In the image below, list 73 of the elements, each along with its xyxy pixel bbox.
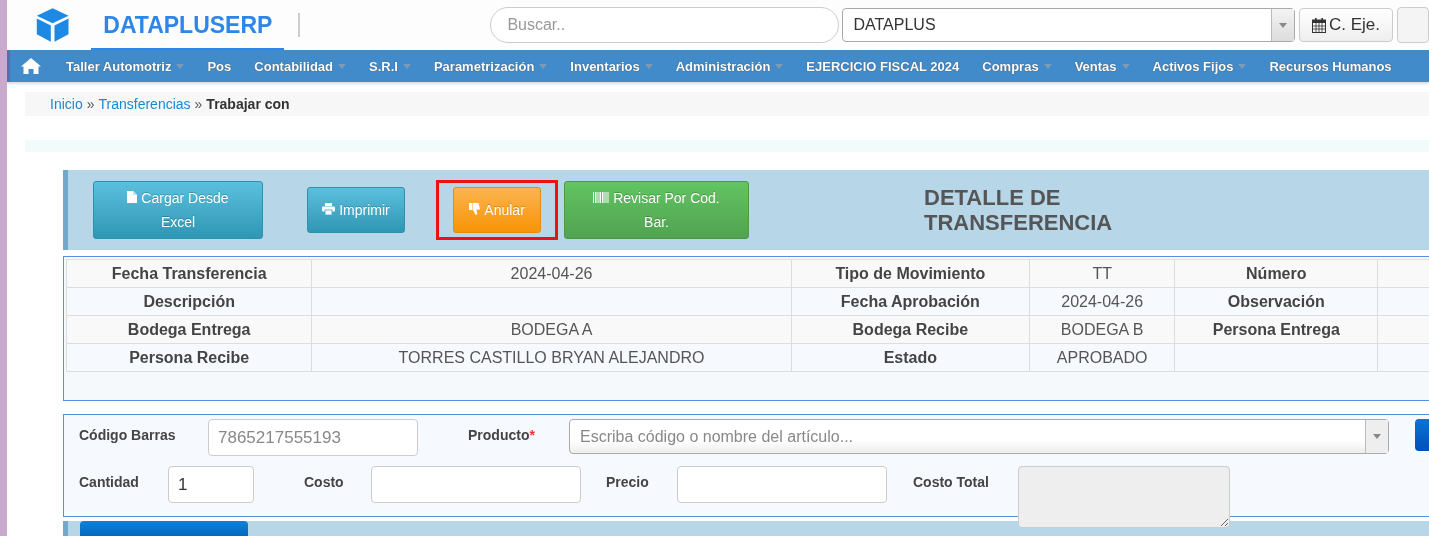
field-value: APROBADO [1029, 343, 1175, 372]
caret-icon [775, 63, 784, 69]
field-label: Producto* [468, 426, 536, 443]
field-label: Fecha Transferencia [66, 259, 312, 288]
menu-item[interactable]: Inventarios [556, 50, 662, 82]
field-value: 2024-04-26 [311, 259, 792, 288]
menu-item[interactable]: Parametrización [419, 50, 557, 82]
caret-icon [1121, 63, 1130, 69]
barcode-field[interactable]: 7865217555193 [208, 419, 418, 456]
caret-icon [1043, 63, 1052, 69]
print-button[interactable]: Imprimir [307, 187, 405, 233]
menu-item[interactable]: EJERCICIO FISCAL 2024 [792, 50, 969, 82]
field-label: Tipo de Movimiento [791, 259, 1030, 288]
field-label: Fecha Aprobación [791, 287, 1030, 316]
caret-icon [1238, 63, 1247, 69]
menu-item[interactable]: Contabilidad [240, 50, 355, 82]
price-field[interactable] [677, 466, 887, 503]
printer-icon [322, 203, 336, 215]
field-label: Costo Total [913, 473, 990, 490]
menu-item[interactable]: Activos Fijos [1138, 50, 1256, 82]
menu-item[interactable]: Compras [968, 50, 1061, 82]
menu-item[interactable]: S.R.I [355, 50, 420, 82]
action-button[interactable] [80, 521, 248, 536]
field-value: TORRES CASTILLO BRYAN ALEJANDRO [311, 343, 792, 372]
menu-item[interactable]: Taller Automotriz [52, 50, 194, 82]
field-label: Persona Entrega [1174, 315, 1378, 344]
import-button[interactable]: Cargar Desde Excel [93, 181, 263, 239]
caret-icon [402, 63, 411, 69]
field-label: Persona Recibe [66, 343, 312, 372]
cost-field[interactable] [371, 466, 581, 503]
breadcrumb-link[interactable]: Transferencias [98, 96, 191, 112]
field-label: Código Barras [79, 426, 177, 443]
product-select[interactable]: Escriba código o nombre del artículo... [569, 419, 1389, 454]
field-label: Observación [1174, 287, 1378, 316]
field-label: Precio [606, 473, 650, 490]
barcode-icon [593, 192, 610, 203]
field-value: BODEGA B [1029, 315, 1175, 344]
caret-icon [539, 63, 548, 69]
breadcrumb-current: Trabajar con [206, 96, 290, 112]
void-button[interactable]: Anular [453, 187, 541, 233]
caret-icon [1279, 22, 1287, 28]
caret-icon [338, 63, 346, 69]
thumbs-down-icon [469, 203, 482, 215]
search-field[interactable]: Buscar.. [490, 7, 840, 43]
field-label: Bodega Entrega [66, 315, 312, 344]
section-title: DETALLE DE TRANSFERENCIA [924, 185, 1114, 235]
caret-icon [1373, 434, 1381, 439]
menu-item[interactable]: Ventas [1060, 50, 1139, 82]
field-value: TT [1029, 259, 1175, 288]
breadcrumb-separator: » [86, 96, 95, 112]
caret-icon [644, 63, 653, 69]
breadcrumb-separator: » [194, 96, 203, 112]
file-icon [127, 191, 138, 203]
field-label: Estado [791, 343, 1030, 372]
caret-icon [176, 63, 185, 69]
breadcrumb-link[interactable]: Inicio [50, 96, 83, 112]
field-label: Cantidad [79, 473, 140, 490]
barcode-check-button[interactable]: Revisar Por Cod. Bar. [564, 181, 749, 239]
menu-item[interactable]: Administración [661, 50, 793, 82]
menu-item[interactable]: Pos [193, 50, 241, 82]
fiscal-year-button[interactable]: C. Eje. [1299, 8, 1393, 42]
field-label: Descripción [66, 287, 312, 316]
header-button[interactable] [1397, 7, 1429, 43]
field-label: Número [1174, 259, 1378, 288]
menu-item[interactable]: Recursos Humanos [1255, 50, 1401, 82]
company-select[interactable]: DATAPLUS [842, 8, 1295, 42]
field-value: BODEGA A [311, 315, 792, 344]
home-icon[interactable] [20, 57, 42, 75]
calendar-icon [1312, 17, 1326, 33]
field-value: 2024-04-26 [1029, 287, 1175, 316]
field-label: Bodega Recibe [791, 315, 1030, 344]
field-label: Costo [304, 473, 345, 490]
quantity-field[interactable]: 1 [168, 466, 254, 503]
